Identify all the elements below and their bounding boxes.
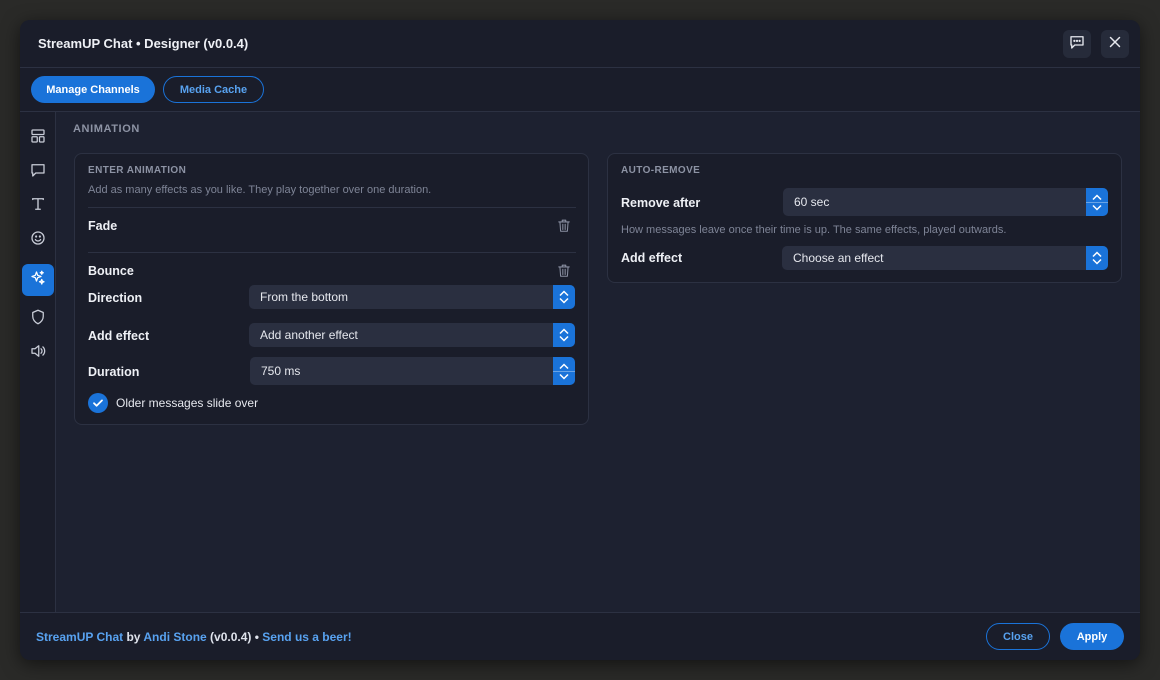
title-bar: StreamUP Chat • Designer (v0.0.4) [20, 20, 1140, 68]
apply-button[interactable]: Apply [1060, 623, 1124, 650]
auto-remove-effect-select[interactable]: Choose an effect [782, 246, 1108, 270]
auto-remove-card: AUTO-REMOVE Remove after 60 sec How mess… [607, 153, 1122, 283]
add-effect-select[interactable]: Add another effect [249, 323, 575, 347]
designer-window: StreamUP Chat • Designer (v0.0.4) Manage… [20, 20, 1140, 660]
sidebar-item-sound[interactable] [22, 337, 54, 369]
beer-link[interactable]: Send us a beer! [262, 630, 351, 644]
chevron-down-icon [1092, 204, 1102, 211]
add-effect-spinner[interactable] [553, 323, 575, 347]
credit-line: StreamUP Chat by Andi Stone (v0.0.4) • S… [36, 630, 352, 644]
direction-select[interactable]: From the bottom [249, 285, 575, 309]
slide-over-label: Older messages slide over [116, 396, 259, 410]
close-button[interactable]: Close [986, 623, 1050, 650]
window-title: StreamUP Chat • Designer (v0.0.4) [38, 36, 249, 51]
chevron-up-icon [559, 290, 569, 297]
direction-label: Direction [88, 291, 143, 305]
close-icon [1106, 33, 1124, 56]
sparkles-icon [29, 269, 47, 292]
chevron-down-icon [559, 297, 569, 304]
effect-name-bounce: Bounce [88, 264, 134, 278]
add-effect-label: Add effect [88, 329, 150, 343]
auto-remove-label: AUTO-REMOVE [621, 165, 701, 176]
chevron-down-icon [559, 373, 569, 380]
checkmark-icon [93, 399, 103, 407]
close-window-button[interactable] [1101, 30, 1129, 58]
footer: StreamUP Chat by Andi Stone (v0.0.4) • S… [20, 612, 1140, 660]
auto-remove-effect-label: Add effect [621, 251, 683, 265]
trash-icon [557, 219, 571, 238]
duration-label: Duration [88, 365, 140, 379]
message-icon [29, 161, 47, 184]
auto-remove-hint: How messages leave once their time is up… [621, 224, 1007, 236]
sidebar [20, 112, 56, 612]
direction-value: From the bottom [260, 290, 349, 304]
sidebar-item-moderation[interactable] [22, 303, 54, 335]
chevron-down-icon [559, 335, 569, 342]
chevron-down-icon [1092, 258, 1102, 265]
chevron-up-icon [1092, 251, 1102, 258]
duration-spinner[interactable] [553, 357, 575, 385]
layout-icon [29, 127, 47, 150]
credit-by: by [123, 630, 144, 644]
sidebar-item-messages[interactable] [22, 156, 54, 188]
trash-icon [557, 264, 571, 283]
add-effect-value: Add another effect [260, 328, 358, 342]
duration-value: 750 ms [261, 364, 301, 378]
shield-icon [29, 308, 47, 331]
speaker-icon [29, 342, 47, 365]
author-link[interactable]: Andi Stone [143, 630, 206, 644]
text-icon [29, 195, 47, 218]
effect-name-fade: Fade [88, 219, 118, 233]
chevron-up-icon [559, 362, 569, 369]
feedback-button[interactable] [1063, 30, 1091, 58]
sidebar-item-emotes[interactable] [22, 224, 54, 256]
sidebar-item-layout[interactable] [22, 122, 54, 154]
remove-after-spinner[interactable] [1086, 188, 1108, 216]
toolbar: Manage Channels Media Cache [20, 68, 1140, 112]
duration-input[interactable]: 750 ms [250, 357, 575, 385]
auto-remove-effect-value: Choose an effect [793, 251, 884, 265]
spinner-separator [1086, 201, 1108, 203]
remove-after-input[interactable]: 60 sec [783, 188, 1108, 216]
slide-over-checkbox[interactable] [88, 393, 108, 413]
chat-bubble-icon [1068, 33, 1086, 56]
enter-animation-label: ENTER ANIMATION [88, 165, 187, 176]
divider [88, 252, 576, 253]
remove-bounce-button[interactable] [557, 263, 571, 279]
divider [88, 207, 576, 208]
remove-after-label: Remove after [621, 196, 701, 210]
remove-after-value: 60 sec [794, 195, 830, 209]
section-title: ANIMATION [73, 123, 140, 135]
enter-animation-card: ENTER ANIMATION Add as many effects as y… [74, 153, 589, 425]
emoji-icon [29, 229, 47, 252]
remove-fade-button[interactable] [557, 218, 571, 234]
sidebar-item-text[interactable] [22, 190, 54, 222]
manage-channels-button[interactable]: Manage Channels [31, 76, 155, 103]
enter-animation-hint: Add as many effects as you like. They pl… [88, 184, 432, 196]
chevron-up-icon [1092, 193, 1102, 200]
sidebar-item-animation[interactable] [22, 264, 54, 296]
auto-remove-effect-spinner[interactable] [1086, 246, 1108, 270]
credit-version: (v0.0.4) • [206, 630, 263, 644]
chevron-up-icon [559, 328, 569, 335]
media-cache-button[interactable]: Media Cache [163, 76, 264, 103]
app-link[interactable]: StreamUP Chat [36, 630, 123, 644]
spinner-separator [553, 370, 575, 372]
direction-spinner[interactable] [553, 285, 575, 309]
